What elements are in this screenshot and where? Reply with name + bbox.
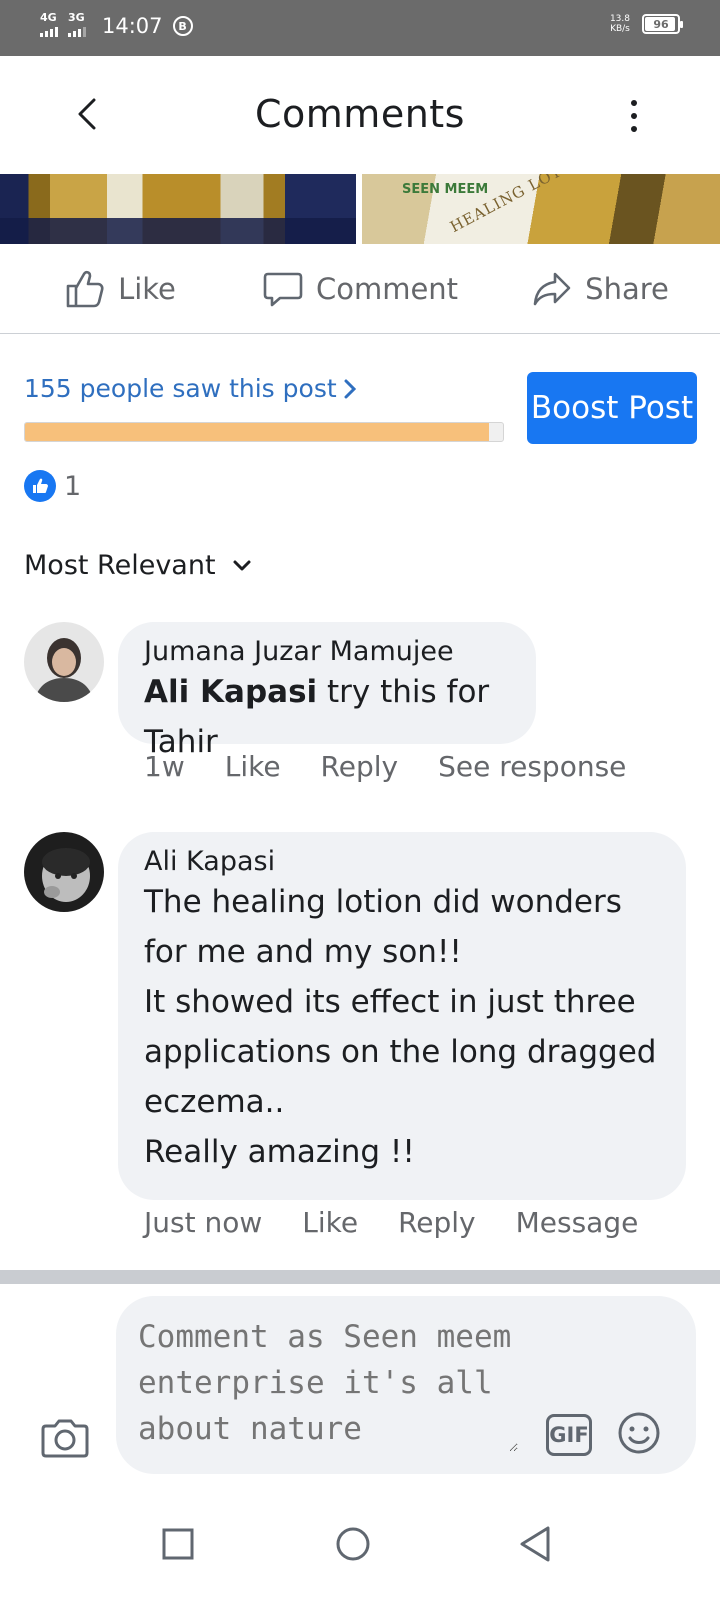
comment-author[interactable]: Jumana Juzar Mamujee: [144, 636, 508, 667]
brand-logo-text: SEEN MEEM: [402, 182, 489, 197]
divider: [0, 1270, 720, 1284]
like-label: Like: [118, 271, 176, 306]
more-vertical-icon: [631, 100, 637, 106]
avatar[interactable]: [24, 832, 104, 912]
more-options-button[interactable]: [624, 96, 644, 136]
comment-like-button[interactable]: Like: [302, 1206, 358, 1239]
page-title: Comments: [255, 92, 465, 136]
post-photo-2[interactable]: SEEN MEEM HEALING LOTION: [362, 174, 720, 244]
recent-apps-button[interactable]: [158, 1524, 198, 1564]
signal-3g-icon: 3G: [68, 11, 86, 37]
reactions-summary[interactable]: 1: [24, 470, 81, 502]
chevron-right-icon: [344, 379, 356, 398]
comment-reply-button[interactable]: Reply: [398, 1206, 476, 1239]
comment-like-button[interactable]: Like: [225, 750, 281, 783]
smiley-icon: [618, 1412, 660, 1454]
comment-actions: 1w Like Reply See response: [144, 750, 626, 783]
network-type-1: 4G: [40, 11, 57, 24]
comment-sort-dropdown[interactable]: Most Relevant: [24, 550, 252, 581]
thumbs-up-icon: [66, 270, 104, 307]
b-notification-icon: B: [172, 16, 193, 36]
mention-link[interactable]: Ali Kapasi: [144, 674, 317, 710]
comment-time: Just now: [144, 1206, 263, 1239]
speed-value: 13.8: [609, 14, 630, 24]
emoji-button[interactable]: [616, 1410, 662, 1456]
battery-icon: 96: [642, 14, 683, 34]
status-bar: 4G 3G 14:07 B 13.8 KB/s 96: [0, 0, 720, 56]
camera-button[interactable]: [40, 1412, 90, 1462]
comment-label: Comment: [315, 271, 459, 306]
comment-bubble[interactable]: Ali Kapasi The healing lotion did wonder…: [118, 832, 686, 1200]
chevron-down-icon: [233, 560, 251, 570]
post-photos[interactable]: SEEN MEEM HEALING LOTION: [0, 174, 720, 244]
comment-button[interactable]: Comment: [240, 244, 480, 333]
clock: 14:07: [102, 14, 163, 38]
square-icon: [162, 1528, 194, 1560]
boost-post-button[interactable]: Boost Post: [527, 372, 697, 444]
message-button[interactable]: Message: [516, 1206, 639, 1239]
post-photo-1[interactable]: [0, 174, 356, 244]
comment-time: 1w: [144, 750, 185, 783]
camera-icon: [41, 1419, 89, 1458]
triangle-back-icon: [520, 1526, 550, 1562]
network-type-2: 3G: [68, 11, 85, 24]
post-reach-link[interactable]: 155 people saw this post: [24, 374, 357, 403]
signal-4g-icon: 4G: [40, 11, 58, 37]
comment-input[interactable]: [138, 1314, 518, 1452]
comment-text: The healing lotion did wonders for me an…: [144, 884, 657, 1170]
system-navigation-bar: [0, 1490, 720, 1600]
comment-composer: GIF: [116, 1296, 696, 1474]
sort-label: Most Relevant: [24, 550, 216, 581]
like-reaction-icon: [24, 470, 56, 502]
reach-progress-bar: [24, 422, 504, 442]
share-arrow-icon: [533, 272, 571, 305]
app-header: Comments: [0, 56, 720, 174]
share-button[interactable]: Share: [480, 244, 720, 333]
comment-item: Jumana Juzar Mamujee Ali Kapasi try this…: [24, 622, 704, 802]
post-action-bar: Like Comment Share: [0, 244, 720, 334]
reach-progress-fill: [25, 423, 489, 441]
comment-actions: Just now Like Reply Message: [144, 1206, 638, 1239]
post-reach-text: 155 people saw this post: [24, 374, 337, 403]
like-button[interactable]: Like: [0, 244, 240, 333]
network-speed: 13.8 KB/s: [610, 14, 630, 34]
share-label: Share: [585, 271, 669, 306]
battery-level: 96: [653, 17, 669, 31]
avatar[interactable]: [24, 622, 104, 702]
see-response-button[interactable]: See response: [438, 750, 626, 783]
comment-bubble[interactable]: Jumana Juzar Mamujee Ali Kapasi try this…: [118, 622, 536, 760]
comment-item: Ali Kapasi The healing lotion did wonder…: [24, 832, 704, 1252]
gif-button[interactable]: GIF: [546, 1414, 592, 1456]
home-button[interactable]: [333, 1524, 373, 1564]
back-nav-button[interactable]: [516, 1524, 556, 1564]
comment-bubble-icon: [263, 272, 303, 306]
speed-unit: KB/s: [610, 24, 630, 34]
circle-icon: [336, 1527, 370, 1561]
reaction-count: 1: [64, 470, 82, 502]
comment-reply-button[interactable]: Reply: [321, 750, 399, 783]
comment-author[interactable]: Ali Kapasi: [144, 846, 658, 877]
